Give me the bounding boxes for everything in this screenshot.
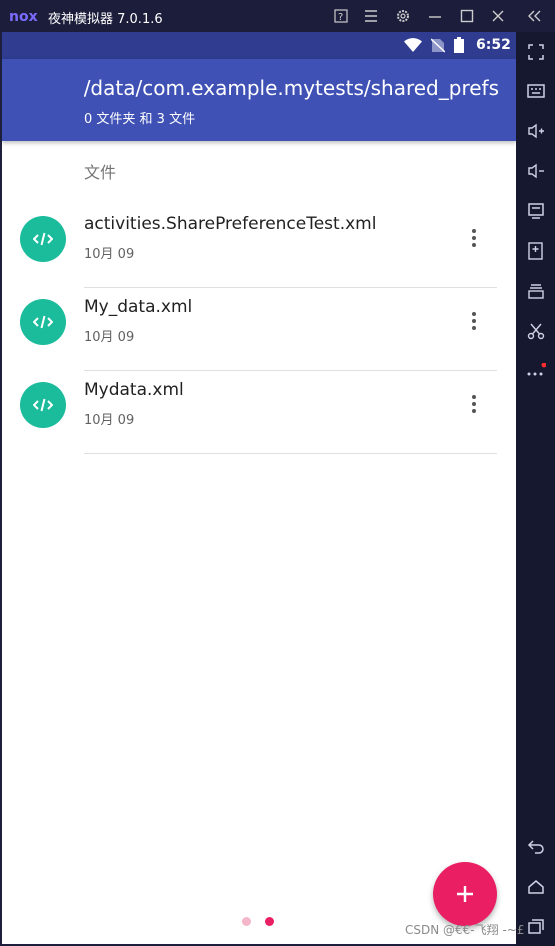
current-path: ata/data/com.example.mytests/shared_pref… (84, 76, 499, 100)
code-file-icon (20, 299, 66, 345)
collapse-sidebar-icon[interactable] (525, 7, 543, 25)
settings-gear-icon[interactable] (394, 7, 412, 25)
list-item[interactable]: Mydata.xml 10月 09 (2, 372, 516, 454)
scissors-icon[interactable] (525, 320, 547, 342)
volume-up-icon[interactable] (525, 120, 547, 142)
divider (84, 287, 497, 288)
svg-text:?: ? (338, 12, 343, 23)
status-bar: 6:52 (2, 32, 516, 59)
emulator-title-bar: nox 夜神模拟器 7.0.1.6 ? (0, 0, 555, 32)
recent-apps-icon[interactable] (525, 916, 547, 938)
watermark: CSDN @€€-飞翔 -~£ (405, 923, 525, 937)
app-bar: ata/data/com.example.mytests/shared_pref… (2, 59, 516, 141)
divider (84, 453, 497, 454)
more-vert-icon[interactable] (464, 224, 484, 252)
code-file-icon (20, 216, 66, 262)
page-indicator-dot-active[interactable] (265, 917, 274, 926)
back-icon[interactable] (525, 835, 547, 857)
multi-instance-icon[interactable] (525, 280, 547, 302)
file-name: activities.SharePreferenceTest.xml (84, 214, 377, 234)
no-sim-icon (431, 38, 445, 53)
file-date: 10月 09 (84, 330, 135, 345)
code-file-icon (20, 382, 66, 428)
nox-logo-icon: nox (9, 9, 38, 23)
help-icon[interactable]: ? (332, 7, 350, 25)
clock: 6:52 (476, 37, 511, 53)
file-name: Mydata.xml (84, 380, 184, 400)
android-screen: 6:52 ata/data/com.example.mytests/shared… (2, 32, 516, 944)
file-name: My_data.xml (84, 297, 193, 317)
file-date: 10月 09 (84, 247, 135, 262)
app-title: 夜神模拟器 7.0.1.6 (48, 12, 163, 27)
file-date: 10月 09 (84, 413, 135, 428)
divider (84, 370, 497, 371)
section-header-files: 文件 (84, 163, 117, 182)
list-item[interactable]: My_data.xml 10月 09 (2, 289, 516, 371)
fullscreen-icon[interactable] (525, 41, 547, 63)
screen-display-icon[interactable] (525, 200, 547, 222)
folder-file-count: 0 文件夹 和 3 文件 (84, 112, 196, 127)
plus-icon (457, 886, 473, 902)
menu-icon[interactable] (362, 7, 380, 25)
wifi-icon (404, 38, 422, 52)
page-indicator-dot[interactable] (242, 917, 251, 926)
home-icon[interactable] (525, 876, 547, 898)
maximize-icon[interactable] (458, 7, 476, 25)
more-vert-icon[interactable] (464, 307, 484, 335)
keyboard-icon[interactable] (525, 80, 547, 102)
battery-icon (454, 37, 464, 53)
minimize-icon[interactable] (426, 7, 444, 25)
close-icon[interactable] (489, 7, 507, 25)
emulator-sidebar (516, 32, 555, 946)
install-apk-icon[interactable] (525, 240, 547, 262)
more-options-icon[interactable] (525, 360, 547, 382)
add-fab-button[interactable] (433, 862, 497, 926)
more-vert-icon[interactable] (464, 390, 484, 418)
svg-text:nox: nox (9, 9, 38, 23)
volume-down-icon[interactable] (525, 160, 547, 182)
list-item[interactable]: activities.SharePreferenceTest.xml 10月 0… (2, 206, 516, 288)
